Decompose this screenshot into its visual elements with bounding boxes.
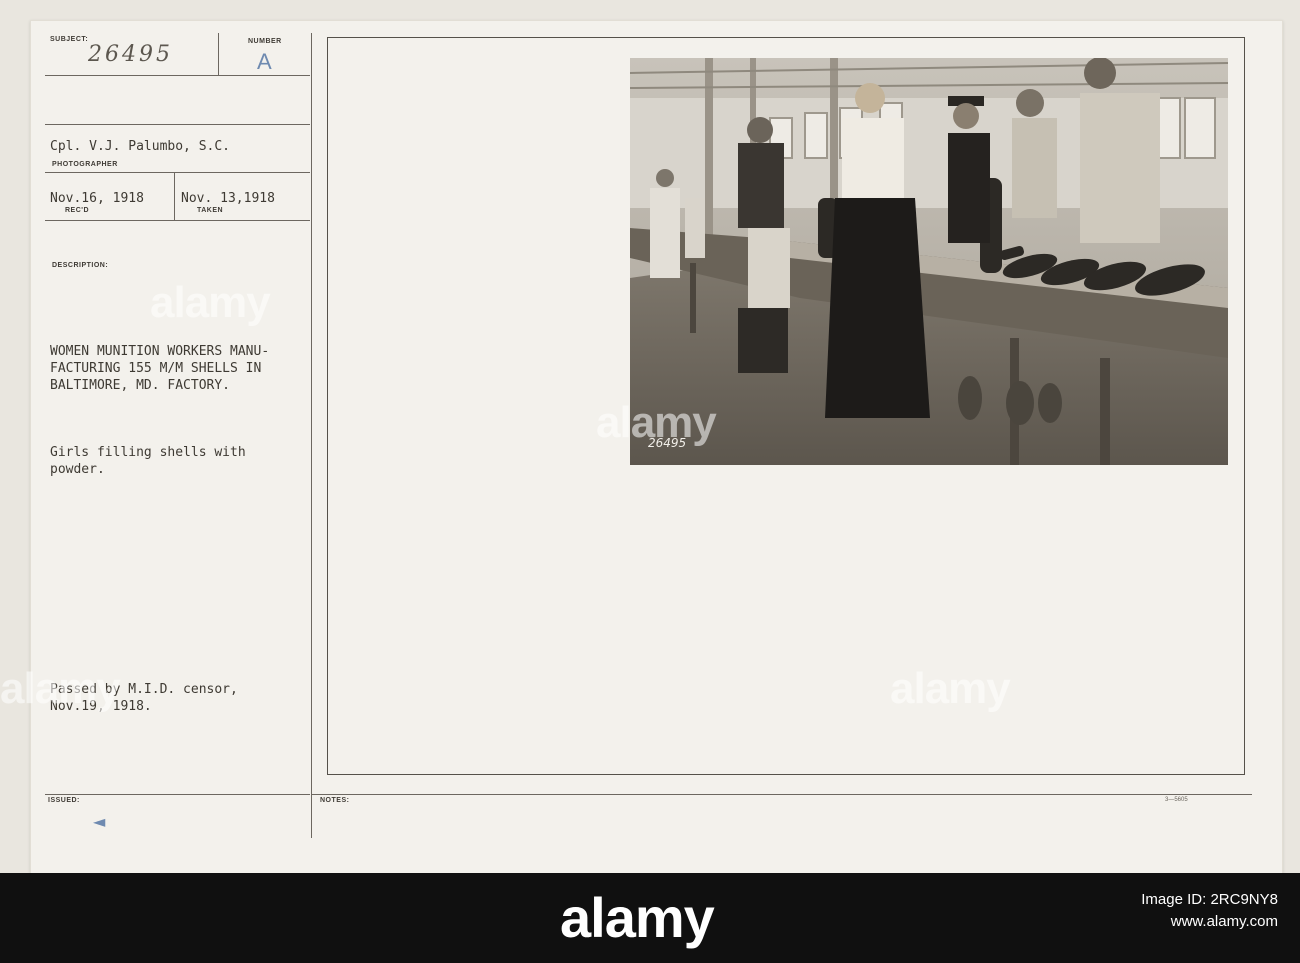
caption-line: powder. (50, 462, 105, 477)
issued-label: ISSUED: (48, 797, 80, 804)
subject-number: 26495 (88, 42, 173, 67)
issued-mark: ◄ (93, 812, 106, 831)
rule-column-divider (311, 33, 312, 838)
number-label: NUMBER (248, 38, 282, 45)
subject-label: SUBJECT: (50, 36, 89, 43)
received-date: Nov.16, 1918 (50, 191, 144, 206)
watermark-3: alamy (0, 664, 121, 713)
form-number: 3—5605 (1165, 797, 1188, 803)
factory-photograph: 26495 (630, 58, 1228, 465)
footer-bar: alamy Image ID: 2RC9NY8 www.alamy.com (0, 873, 1300, 963)
description-block: WOMEN MUNITION WORKERS MANU- FACTURING 1… (50, 343, 269, 394)
description-line: BALTIMORE, MD. FACTORY. (50, 378, 231, 393)
watermark-2: alamy (596, 398, 717, 447)
rule-dates-divider (174, 172, 175, 220)
description-label: DESCRIPTION: (52, 262, 109, 269)
caption-line: Girls filling shells with (50, 445, 246, 460)
taken-label: TAKEN (197, 207, 224, 214)
rule-dates (45, 220, 310, 221)
photographer-name: Cpl. V.J. Palumbo, S.C. (50, 139, 231, 154)
caption-block: Girls filling shells with powder. (50, 444, 246, 478)
photo-scene (630, 58, 1228, 465)
rule-subject-divider (218, 33, 219, 75)
number-value: A (257, 49, 272, 74)
watermark-1: alamy (150, 278, 271, 327)
brand-logo: alamy (560, 886, 715, 949)
image-id: Image ID: 2RC9NY8 (1141, 891, 1278, 908)
rule-photographer-top (45, 124, 310, 125)
photographer-label: PHOTOGRAPHER (52, 161, 118, 168)
website: www.alamy.com (1170, 913, 1278, 930)
rule-subject (45, 75, 310, 76)
received-label: REC'D (65, 207, 89, 214)
rule-photographer (45, 172, 310, 173)
description-line: WOMEN MUNITION WORKERS MANU- (50, 344, 270, 359)
description-line: FACTURING 155 M/M SHELLS IN (50, 361, 262, 376)
rule-notes (312, 794, 1252, 795)
watermark-4: alamy (890, 664, 1011, 713)
taken-date: Nov. 13,1918 (181, 191, 275, 206)
rule-issued (45, 794, 310, 795)
notes-label: NOTES: (320, 797, 350, 804)
